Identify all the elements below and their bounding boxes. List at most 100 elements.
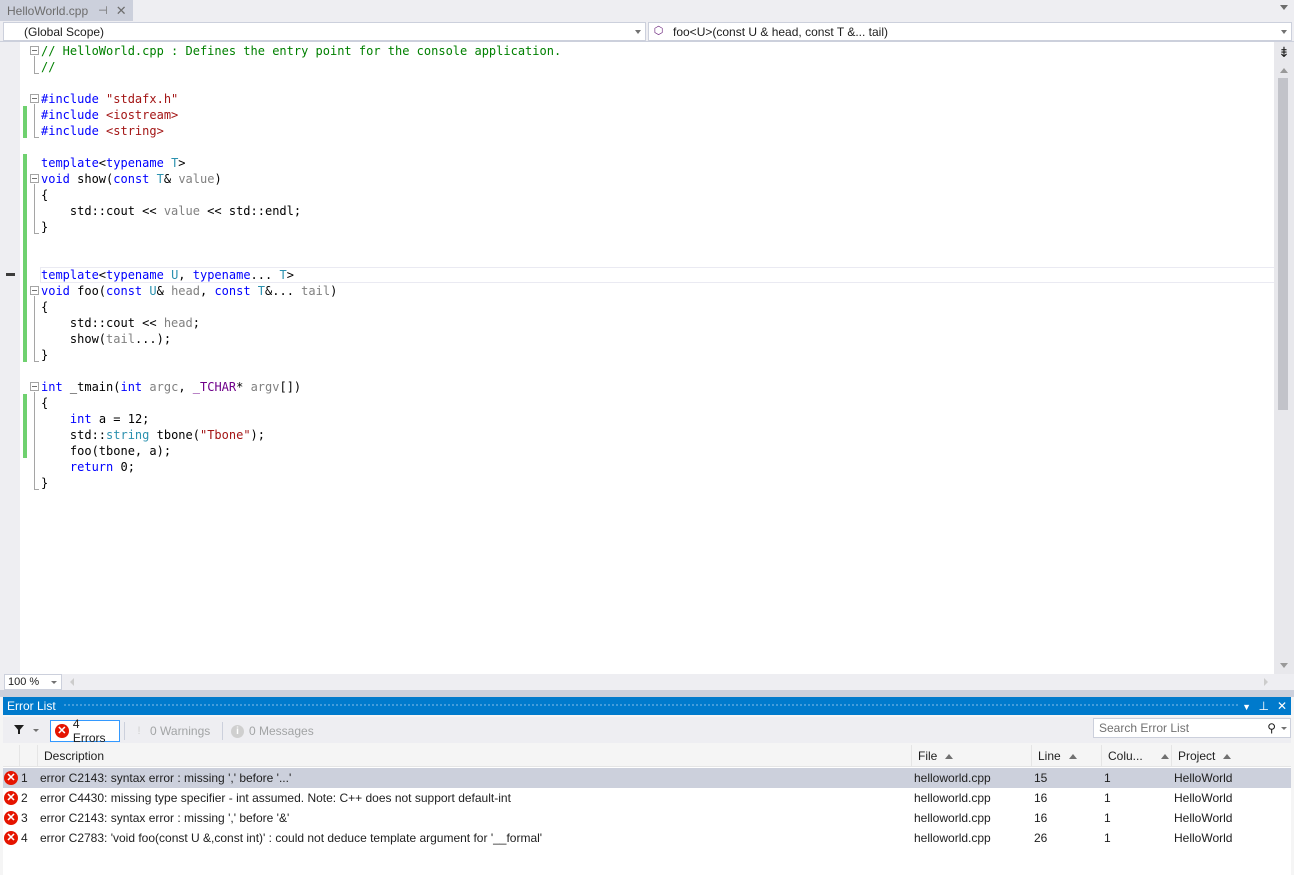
split-window-icon[interactable]: ⇟ (1276, 44, 1292, 60)
code-line: #include <string> (41, 124, 164, 138)
navigation-bar: (Global Scope) ⬡ foo<U>(const U & head, … (0, 21, 1294, 42)
error-icon: ✕ (4, 791, 18, 805)
error-icon: ✕ (4, 831, 18, 845)
error-row[interactable]: ✕ 3 error C2143: syntax error : missing … (3, 808, 1291, 828)
error-description: error C4430: missing type specifier - in… (40, 791, 511, 805)
close-icon[interactable]: ✕ (1277, 697, 1287, 715)
outline-line (34, 296, 35, 361)
code-line: template<typename T> (41, 156, 186, 170)
outline-line (34, 184, 35, 233)
scope-dropdown[interactable]: (Global Scope) (3, 22, 646, 41)
error-row[interactable]: ✕ 1 error C2143: syntax error : missing … (3, 768, 1291, 788)
code-line: #include <iostream> (41, 108, 179, 122)
scroll-right-icon[interactable] (1264, 678, 1268, 686)
editor-bottom-bar: 100 % (0, 674, 1294, 690)
collapse-icon[interactable] (30, 94, 39, 103)
search-options-dropdown-icon[interactable] (1281, 727, 1287, 730)
document-tab-strip: HelloWorld.cpp ⊣ ✕ (0, 0, 1294, 21)
outline-end (34, 137, 39, 138)
column-header-file[interactable]: File (911, 745, 1031, 767)
error-file: helloworld.cpp (914, 831, 991, 845)
error-project: HelloWorld (1174, 831, 1233, 845)
scroll-left-icon[interactable] (70, 678, 74, 686)
change-bar (23, 106, 27, 138)
pin-icon[interactable]: ⊣ (98, 4, 108, 17)
close-icon[interactable]: ✕ (116, 3, 127, 19)
zoom-value: 100 % (8, 676, 40, 688)
collapse-icon[interactable] (30, 174, 39, 183)
error-list-toolbar: ✕ 4 Errors ! 0 Warnings i 0 Messages Sea… (3, 717, 1291, 745)
code-line: std::cout << value << std::endl; (41, 204, 302, 218)
pin-icon[interactable]: ⊥ (1259, 697, 1269, 715)
scrollbar-thumb[interactable] (1278, 78, 1288, 410)
change-bar (23, 154, 27, 362)
sort-ascending-icon (1068, 754, 1077, 760)
collapse-icon[interactable] (30, 382, 39, 391)
error-icon: ✕ (55, 724, 69, 738)
code-editor[interactable]: // HelloWorld.cpp : Defines the entry po… (0, 42, 1294, 674)
code-line: int a = 12; (69, 412, 150, 426)
scroll-up-icon[interactable] (1280, 68, 1288, 73)
column-header-description[interactable]: Description (37, 745, 911, 767)
warnings-toggle-button[interactable]: ! 0 Warnings (129, 720, 214, 742)
search-icon[interactable]: ⚲ (1267, 719, 1276, 737)
code-line: template<typename U, typename... T> (41, 268, 294, 282)
outline-end (34, 361, 39, 362)
error-icon: ✕ (4, 811, 18, 825)
window-menu-dropdown-icon[interactable]: ▼ (1242, 698, 1251, 716)
collapse-icon[interactable] (30, 286, 39, 295)
collapse-icon[interactable] (30, 46, 39, 55)
sort-ascending-icon (1223, 754, 1232, 760)
error-number: 3 (21, 811, 28, 825)
error-file: helloworld.cpp (914, 771, 991, 785)
indicator-margin[interactable] (0, 42, 20, 674)
filter-dropdown-icon[interactable] (33, 729, 39, 732)
code-line: } (41, 476, 49, 490)
code-line: void foo(const U& head, const T&... tail… (41, 284, 338, 298)
errors-toggle-button[interactable]: ✕ 4 Errors (50, 717, 120, 745)
panel-splitter[interactable] (0, 690, 1294, 697)
error-line: 16 (1034, 791, 1048, 805)
error-column: 1 (1104, 811, 1111, 825)
column-header-icon[interactable] (19, 745, 37, 767)
error-description: error C2783: 'void foo(const U &,const i… (40, 831, 543, 845)
outline-line (34, 104, 35, 137)
error-list-titlebar: Error List ▼ ⊥ ✕ (3, 697, 1291, 715)
code-line: std::cout << head; (41, 316, 200, 330)
error-number: 2 (21, 791, 28, 805)
outline-line (34, 56, 35, 73)
error-number: 1 (21, 771, 28, 785)
code-line: show(tail...); (41, 332, 172, 346)
code-line: int _tmain(int argc, _TCHAR* argv[]) (41, 380, 302, 394)
code-line: std::string tbone("Tbone"); (41, 428, 265, 442)
code-line: void show(const T& value) (41, 172, 222, 186)
error-row[interactable]: ✕ 2 error C4430: missing type specifier … (3, 788, 1291, 808)
sort-ascending-icon (945, 754, 954, 760)
search-error-list-input[interactable]: Search Error List ⚲ (1093, 718, 1291, 738)
error-file: helloworld.cpp (914, 811, 991, 825)
column-header-project[interactable]: Project (1171, 745, 1291, 767)
info-icon: i (231, 724, 244, 738)
error-column: 1 (1104, 791, 1111, 805)
column-header-line[interactable]: Line (1031, 745, 1101, 767)
vertical-scrollbar[interactable]: ⇟ (1274, 42, 1294, 674)
messages-toggle-button[interactable]: i 0 Messages (227, 720, 318, 742)
code-line: { (41, 396, 49, 410)
code-line: { (41, 300, 49, 314)
error-line: 26 (1034, 831, 1048, 845)
error-project: HelloWorld (1174, 791, 1233, 805)
zoom-dropdown[interactable]: 100 % (4, 674, 62, 690)
tab-helloworld-cpp[interactable]: HelloWorld.cpp ⊣ ✕ (0, 0, 133, 21)
member-dropdown[interactable]: ⬡ foo<U>(const U & head, const T &... ta… (648, 22, 1292, 41)
error-number: 4 (21, 831, 28, 845)
scroll-down-icon[interactable] (1280, 663, 1288, 668)
code-area[interactable]: // HelloWorld.cpp : Defines the entry po… (20, 42, 1294, 674)
error-row[interactable]: ✕ 4 error C2783: 'void foo(const U &,con… (3, 828, 1291, 848)
column-header-column[interactable]: Colu... (1101, 745, 1171, 767)
outline-line (34, 392, 35, 489)
code-line: { (41, 188, 49, 202)
outline-end (34, 233, 39, 234)
code-line: #include "stdafx.h" (41, 92, 179, 106)
current-line-marker (6, 273, 15, 276)
tab-overflow-dropdown-icon[interactable] (1280, 5, 1288, 10)
